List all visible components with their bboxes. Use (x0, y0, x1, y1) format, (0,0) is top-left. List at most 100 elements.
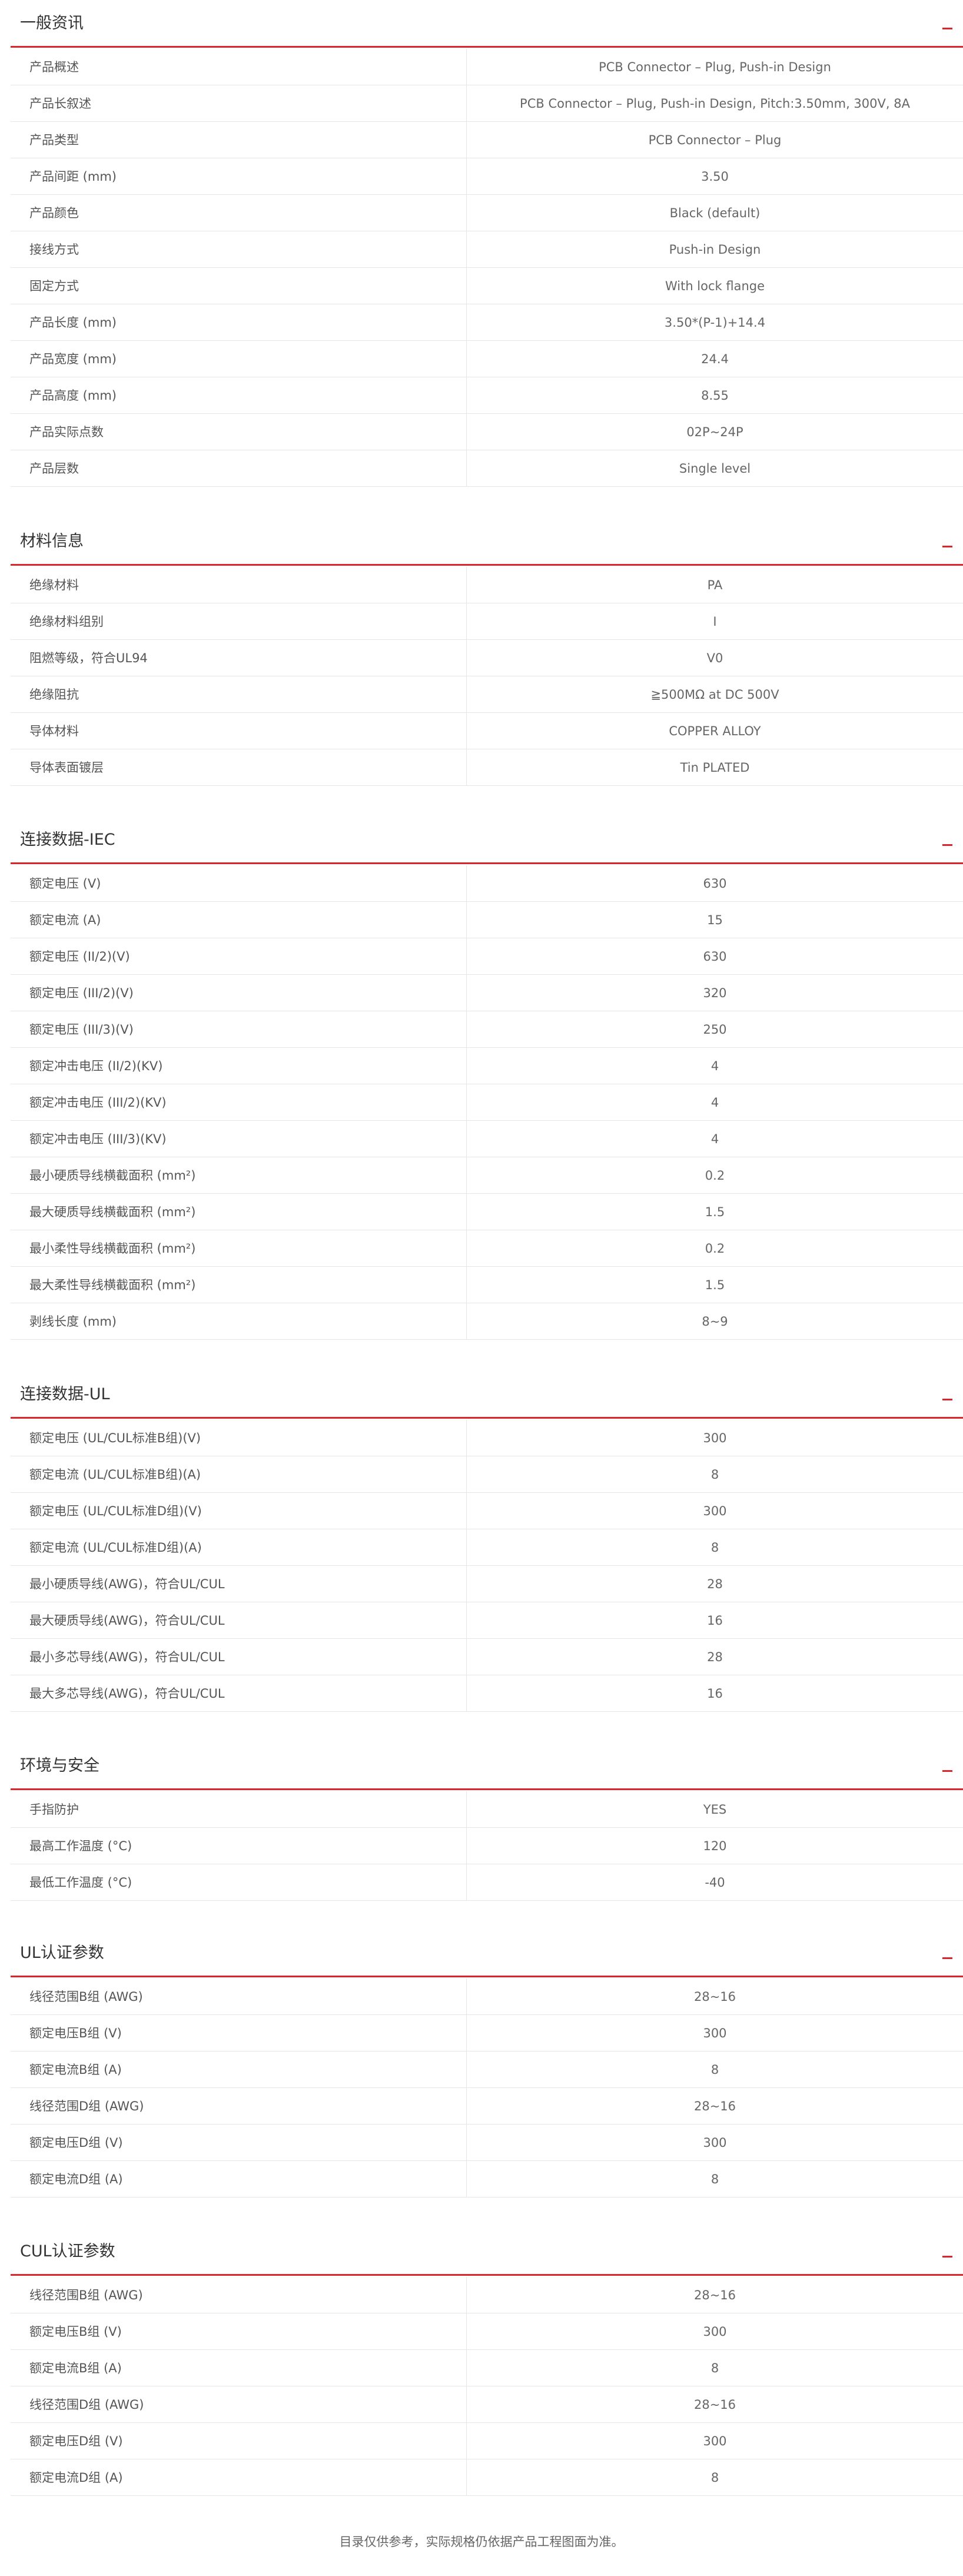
row-value: 8 (710, 1468, 719, 1482)
table-row: 产品宽度 (mm) 24.4 (11, 341, 963, 377)
row-label: 额定电压B组 (V) (11, 2015, 467, 2051)
table-row: 产品间距 (mm) 3.50 (11, 158, 963, 195)
row-label: 产品类型 (11, 122, 467, 158)
spec-section: 连接数据-IEC 额定电压 (V) 630 额定电流 (A) 15 额定电压 (II/2)… (11, 816, 963, 1340)
section-title: CUL认证参数 (20, 2242, 115, 2260)
section-header[interactable]: CUL认证参数 (11, 2228, 963, 2276)
row-label: 最小多芯导线(AWG)，符合UL/CUL (11, 1639, 467, 1675)
table-row: 额定冲击电压 (III/2)(KV) 4 (11, 1084, 963, 1121)
table-row: 额定电压B组 (V) 300 (11, 2015, 963, 2051)
table-row: 额定电压 (III/2)(V) 320 (11, 975, 963, 1011)
table-row: 额定电流 (UL/CUL标准D组)(A) 8 (11, 1529, 963, 1566)
table-row: 额定电流B组 (A) 8 (11, 2350, 963, 2386)
table-row: 额定电流B组 (A) 8 (11, 2051, 963, 2088)
collapse-icon[interactable] (942, 1957, 952, 1959)
row-value: 4 (710, 1059, 719, 1073)
row-value: 8 (710, 2361, 719, 2375)
row-label: 绝缘材料 (11, 567, 467, 603)
table-row: 最大柔性导线横截面积 (mm²) 1.5 (11, 1267, 963, 1303)
row-value: With lock flange (665, 279, 765, 293)
row-label: 额定电流B组 (A) (11, 2051, 467, 2087)
table-row: 最高工作温度 (°C) 120 (11, 1828, 963, 1864)
section-header[interactable]: 连接数据-IEC (11, 816, 963, 864)
spec-section: 连接数据-UL 额定电压 (UL/CUL标准B组)(V) 300 额定电流 (UL/C… (11, 1371, 963, 1712)
collapse-icon[interactable] (942, 546, 952, 547)
row-label: 额定电压B组 (V) (11, 2313, 467, 2349)
row-value: V0 (706, 651, 723, 665)
collapse-icon[interactable] (942, 28, 952, 29)
row-value: PA (707, 578, 723, 592)
row-label: 产品层数 (11, 450, 467, 486)
row-label: 最大硬质导线(AWG)，符合UL/CUL (11, 1602, 467, 1638)
section-header[interactable]: 一般资讯 (11, 0, 963, 48)
table-row: 最小硬质导线(AWG)，符合UL/CUL 28 (11, 1566, 963, 1602)
row-label: 额定电压 (UL/CUL标准D组)(V) (11, 1493, 467, 1529)
section-title: 环境与安全 (20, 1757, 99, 1775)
section-header[interactable]: 材料信息 (11, 518, 963, 566)
row-label: 产品长叙述 (11, 85, 467, 121)
row-label: 额定电压D组 (V) (11, 2423, 467, 2459)
table-row: 额定电流D组 (A) 8 (11, 2161, 963, 2197)
collapse-icon[interactable] (942, 1770, 952, 1772)
spec-page: 一般资讯 产品概述 PCB Connector – Plug, Push-in De… (0, 0, 963, 2576)
section-header[interactable]: UL认证参数 (11, 1930, 963, 1977)
table-row: 产品颜色 Black (default) (11, 195, 963, 231)
row-value: Push-in Design (669, 243, 761, 257)
spec-section: 环境与安全 手指防护 YES 最高工作温度 (°C) 120 最低工作温度 (°C) -40 (11, 1742, 963, 1901)
section-title: UL认证参数 (20, 1944, 104, 1962)
section-header[interactable]: 环境与安全 (11, 1742, 963, 1790)
row-value: I (713, 615, 717, 629)
row-value: PCB Connector – Plug, Push-in Design, Pi… (520, 97, 910, 111)
row-label: 最大柔性导线横截面积 (mm²) (11, 1267, 467, 1303)
table-row: 剥线长度 (mm) 8~9 (11, 1303, 963, 1340)
row-value: 8 (710, 1541, 719, 1555)
collapse-icon[interactable] (942, 1399, 952, 1400)
table-row: 额定电压 (II/2)(V) 630 (11, 938, 963, 975)
table-row: 额定电压 (UL/CUL标准B组)(V) 300 (11, 1420, 963, 1456)
section-header[interactable]: 连接数据-UL (11, 1371, 963, 1419)
row-value: 1.5 (705, 1278, 725, 1292)
table-row: 绝缘阻抗 ≧500MΩ at DC 500V (11, 676, 963, 713)
row-label: 导体表面镀层 (11, 749, 467, 785)
row-value: 4 (710, 1132, 719, 1146)
row-value: 3.50 (701, 170, 729, 184)
row-value: Single level (679, 462, 751, 476)
row-label: 额定电流D组 (A) (11, 2161, 467, 2197)
row-value: 300 (703, 2434, 727, 2448)
row-value: 28~16 (693, 2099, 736, 2113)
row-value: 4 (710, 1096, 719, 1110)
row-value: 0.2 (705, 1169, 725, 1183)
row-value: 8 (710, 2172, 719, 2186)
table-row: 最小多芯导线(AWG)，符合UL/CUL 28 (11, 1639, 963, 1675)
row-label: 额定电流 (UL/CUL标准D组)(A) (11, 1529, 467, 1565)
table-row: 最小硬质导线横截面积 (mm²) 0.2 (11, 1157, 963, 1194)
table-row: 手指防护 YES (11, 1791, 963, 1828)
row-label: 手指防护 (11, 1791, 467, 1827)
row-value: 28~16 (693, 1990, 736, 2004)
row-label: 额定冲击电压 (II/2)(KV) (11, 1048, 467, 1084)
row-label: 额定电流B组 (A) (11, 2350, 467, 2386)
row-label: 产品颜色 (11, 195, 467, 231)
table-row: 额定电压B组 (V) 300 (11, 2313, 963, 2350)
row-value: 1.5 (705, 1205, 725, 1219)
row-label: 线径范围B组 (AWG) (11, 1979, 467, 2014)
table-row: 额定电流 (A) 15 (11, 902, 963, 938)
row-label: 额定冲击电压 (III/3)(KV) (11, 1121, 467, 1157)
row-label: 额定电流D组 (A) (11, 2459, 467, 2495)
table-row: 产品类型 PCB Connector – Plug (11, 122, 963, 158)
row-label: 绝缘阻抗 (11, 676, 467, 712)
table-row: 额定电压 (V) 630 (11, 865, 963, 902)
row-label: 产品实际点数 (11, 414, 467, 450)
spec-section: CUL认证参数 线径范围B组 (AWG) 28~16 额定电压B组 (V) 300 额定电… (11, 2228, 963, 2496)
section-title: 连接数据-UL (20, 1385, 110, 1403)
table-row: 额定电流D组 (A) 8 (11, 2459, 963, 2496)
spec-section: UL认证参数 线径范围B组 (AWG) 28~16 额定电压B组 (V) 300 额定电流… (11, 1930, 963, 2197)
table-row: 导体材料 COPPER ALLOY (11, 713, 963, 749)
collapse-icon[interactable] (942, 2256, 952, 2258)
table-row: 绝缘材料 PA (11, 567, 963, 603)
table-row: 额定电压D组 (V) 300 (11, 2423, 963, 2459)
collapse-icon[interactable] (942, 844, 952, 846)
row-label: 产品宽度 (mm) (11, 341, 467, 377)
row-label: 最大硬质导线横截面积 (mm²) (11, 1194, 467, 1230)
row-label: 最小硬质导线(AWG)，符合UL/CUL (11, 1566, 467, 1602)
